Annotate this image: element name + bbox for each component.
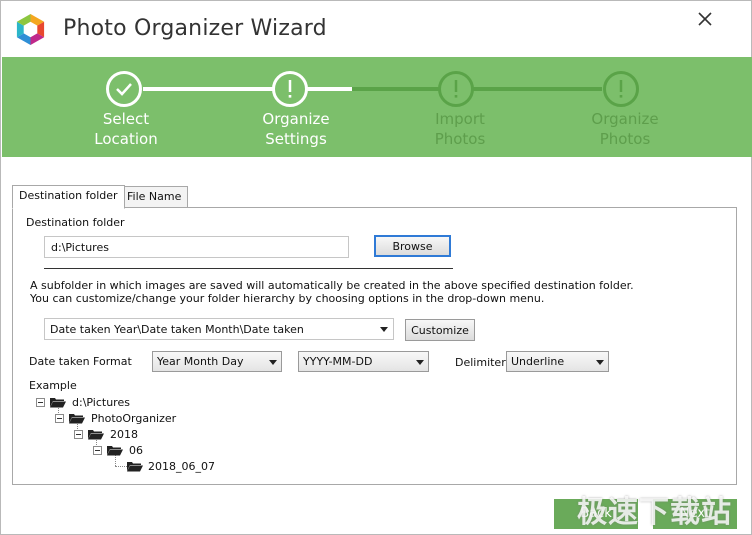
- info-text-line1: A subfolder in which images are saved wi…: [30, 279, 634, 292]
- watermark: 极速下载站: [577, 495, 732, 530]
- chevron-down-icon: [269, 360, 277, 365]
- destination-folder-label: Destination folder: [26, 216, 125, 229]
- step-import-photos: [438, 71, 474, 107]
- delimiter-value: Underline: [511, 355, 565, 368]
- step-label-select-location: Select Location: [94, 110, 158, 148]
- delimiter-label: Delimiter: [455, 356, 506, 369]
- progress-line-complete: [143, 87, 273, 91]
- folder-open-icon: [50, 398, 66, 408]
- collapse-toggle-icon[interactable]: [36, 398, 45, 407]
- tree-label: d:\Pictures: [72, 396, 130, 409]
- folder-open-icon: [127, 462, 143, 472]
- chevron-down-icon: [380, 327, 388, 332]
- tree-connector: [115, 466, 127, 467]
- tab-file-name[interactable]: File Name: [120, 186, 189, 208]
- date-pattern-select[interactable]: YYYY-MM-DD: [298, 351, 429, 372]
- separator: [44, 268, 453, 269]
- tab-destination-folder[interactable]: Destination folder: [12, 185, 125, 209]
- checkmark-icon: [116, 83, 132, 96]
- info-text-line2: You can customize/change your folder hie…: [30, 292, 545, 305]
- progress-line-pending: [352, 87, 602, 91]
- collapse-toggle-icon[interactable]: [93, 446, 102, 455]
- tree-label: 2018: [110, 428, 138, 441]
- step-label-import-photos: Import Photos: [434, 110, 486, 148]
- app-logo-icon: [16, 13, 45, 46]
- title-bar: Photo Organizer Wizard: [1, 1, 751, 57]
- exclamation-icon: [454, 80, 458, 98]
- wizard-window: Photo Organizer Wizard Select Location O…: [0, 0, 752, 535]
- window-title: Photo Organizer Wizard: [63, 16, 327, 41]
- browse-button[interactable]: Browse: [374, 235, 451, 257]
- step-organize-photos: [603, 71, 639, 107]
- folder-open-icon: [107, 446, 123, 456]
- delimiter-select[interactable]: Underline: [506, 351, 609, 372]
- step-select-location: [106, 71, 142, 107]
- tree-label: 06: [129, 444, 143, 457]
- folder-open-icon: [88, 430, 104, 440]
- step-label-organize-photos: Organize Photos: [591, 110, 659, 148]
- date-pattern-value: YYYY-MM-DD: [303, 355, 373, 368]
- customize-button[interactable]: Customize: [405, 319, 475, 341]
- destination-folder-input[interactable]: d:\Pictures: [44, 236, 349, 258]
- date-order-select[interactable]: Year Month Day: [152, 351, 282, 372]
- tree-label: PhotoOrganizer: [91, 412, 177, 425]
- chevron-down-icon: [596, 360, 604, 365]
- wizard-steps: Select Location Organize Settings Import Ph…: [2, 57, 752, 157]
- exclamation-icon: [619, 80, 623, 98]
- folder-hierarchy-dropdown[interactable]: Date taken Year\Date taken Month\Date ta…: [44, 318, 394, 340]
- folder-open-icon: [69, 414, 85, 424]
- collapse-toggle-icon[interactable]: [55, 414, 64, 423]
- chevron-down-icon: [416, 360, 424, 365]
- exclamation-icon: [288, 80, 292, 98]
- date-format-label: Date taken Format: [29, 355, 132, 368]
- close-icon[interactable]: [693, 7, 717, 31]
- example-label: Example: [29, 379, 77, 392]
- folder-hierarchy-value: Date taken Year\Date taken Month\Date ta…: [50, 323, 304, 336]
- collapse-toggle-icon[interactable]: [74, 430, 83, 439]
- step-organize-settings: [272, 71, 308, 107]
- step-label-organize-settings: Organize Settings: [262, 110, 330, 148]
- tree-label: 2018_06_07: [148, 460, 215, 473]
- date-order-value: Year Month Day: [157, 355, 244, 368]
